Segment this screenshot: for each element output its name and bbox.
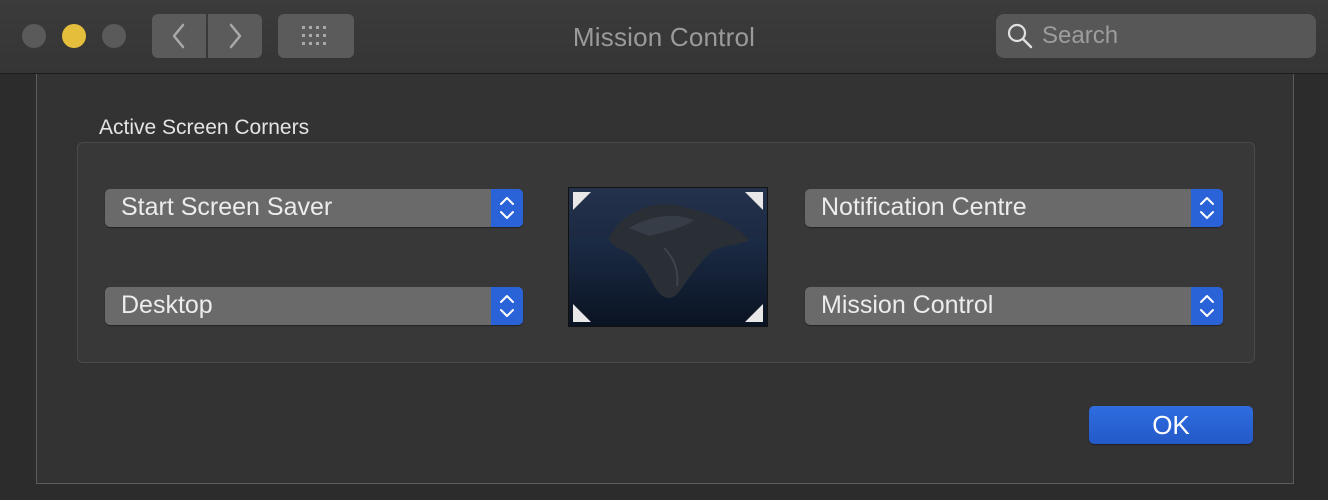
bottom-left-corner-value: Desktop (121, 291, 213, 319)
top-right-corner-popup[interactable]: Notification Centre (805, 189, 1223, 227)
preferences-window: Mission Control Active Screen Corners St… (0, 0, 1328, 500)
top-left-corner-value: Start Screen Saver (121, 193, 333, 221)
bottom-left-corner-popup[interactable]: Desktop (105, 287, 523, 325)
bottom-right-corner-value: Mission Control (821, 291, 994, 319)
bottom-right-corner-popup[interactable]: Mission Control (805, 287, 1223, 325)
up-down-chevron-icon (491, 287, 523, 325)
title-bar: Mission Control (0, 0, 1328, 74)
section-label: Active Screen Corners (99, 116, 310, 139)
ok-button[interactable]: OK (1089, 406, 1253, 444)
corners-group: Start Screen Saver Desktop Notification … (77, 142, 1255, 363)
top-right-corner-value: Notification Centre (821, 193, 1027, 221)
search-input[interactable] (1040, 21, 1304, 51)
up-down-chevron-icon (1191, 189, 1223, 227)
hot-corners-sheet: Active Screen Corners Start Screen Saver… (36, 74, 1294, 484)
up-down-chevron-icon (491, 189, 523, 227)
top-left-corner-popup[interactable]: Start Screen Saver (105, 189, 523, 227)
up-down-chevron-icon (1191, 287, 1223, 325)
search-field[interactable] (996, 14, 1316, 58)
desktop-preview-image (568, 187, 768, 327)
search-icon (1007, 23, 1033, 49)
